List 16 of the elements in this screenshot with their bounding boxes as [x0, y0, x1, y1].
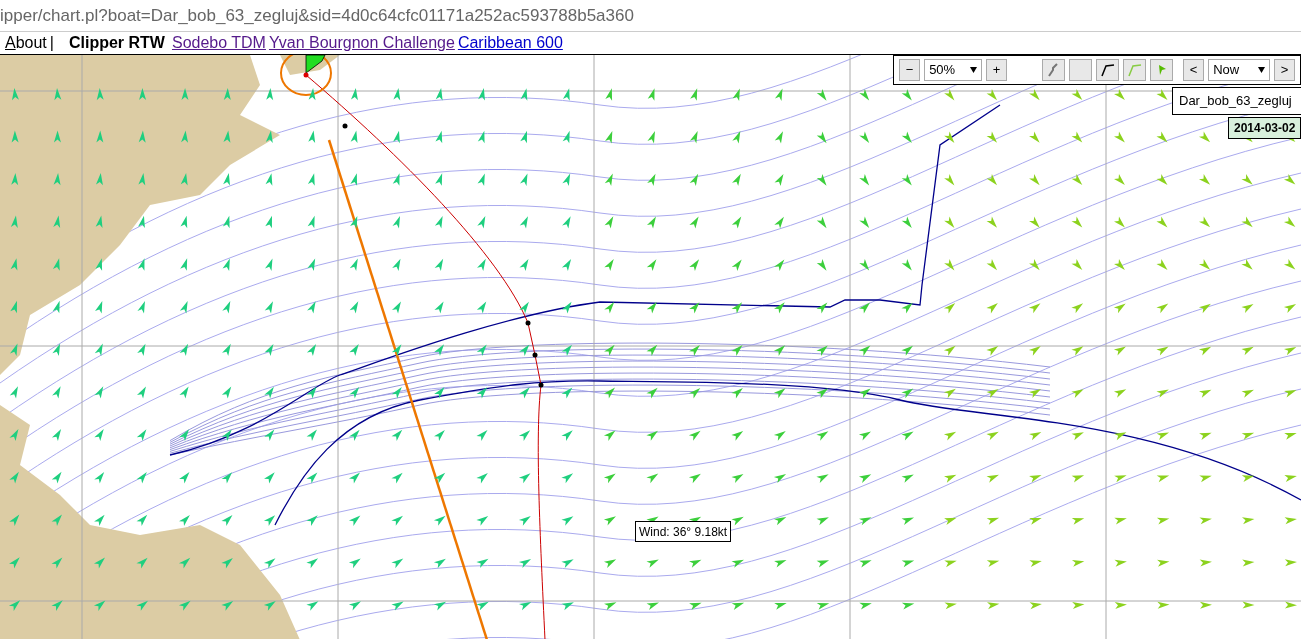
date-label: 2014-03-02: [1228, 117, 1301, 139]
nav-link[interactable]: Sodebo TDM: [171, 31, 266, 55]
nav-link[interactable]: Yvan Bourgnon Challenge: [268, 31, 455, 55]
wind-tooltip: Wind: 36° 9.18kt: [635, 521, 732, 542]
nav-link[interactable]: About: [5, 31, 47, 55]
previous-button[interactable]: <: [1183, 59, 1205, 81]
zoom-out-button[interactable]: −: [899, 59, 921, 81]
current-race-label: Clipper RTW: [67, 33, 166, 53]
zoom-in-button[interactable]: +: [986, 59, 1008, 81]
nav-link[interactable]: Caribbean 600: [457, 31, 563, 55]
zoom-select[interactable]: 50%: [924, 59, 982, 81]
boat-name-label: Dar_bob_63_zegluj: [1172, 87, 1301, 115]
nav-separator: |: [49, 33, 54, 53]
next-button[interactable]: >: [1273, 59, 1295, 81]
time-select[interactable]: Now: [1208, 59, 1270, 81]
address-bar[interactable]: ipper/chart.pl?boat=Dar_bob_63_zegluj&sid=4d0c64cfc01171a252ac593788b5a360: [0, 0, 1301, 32]
